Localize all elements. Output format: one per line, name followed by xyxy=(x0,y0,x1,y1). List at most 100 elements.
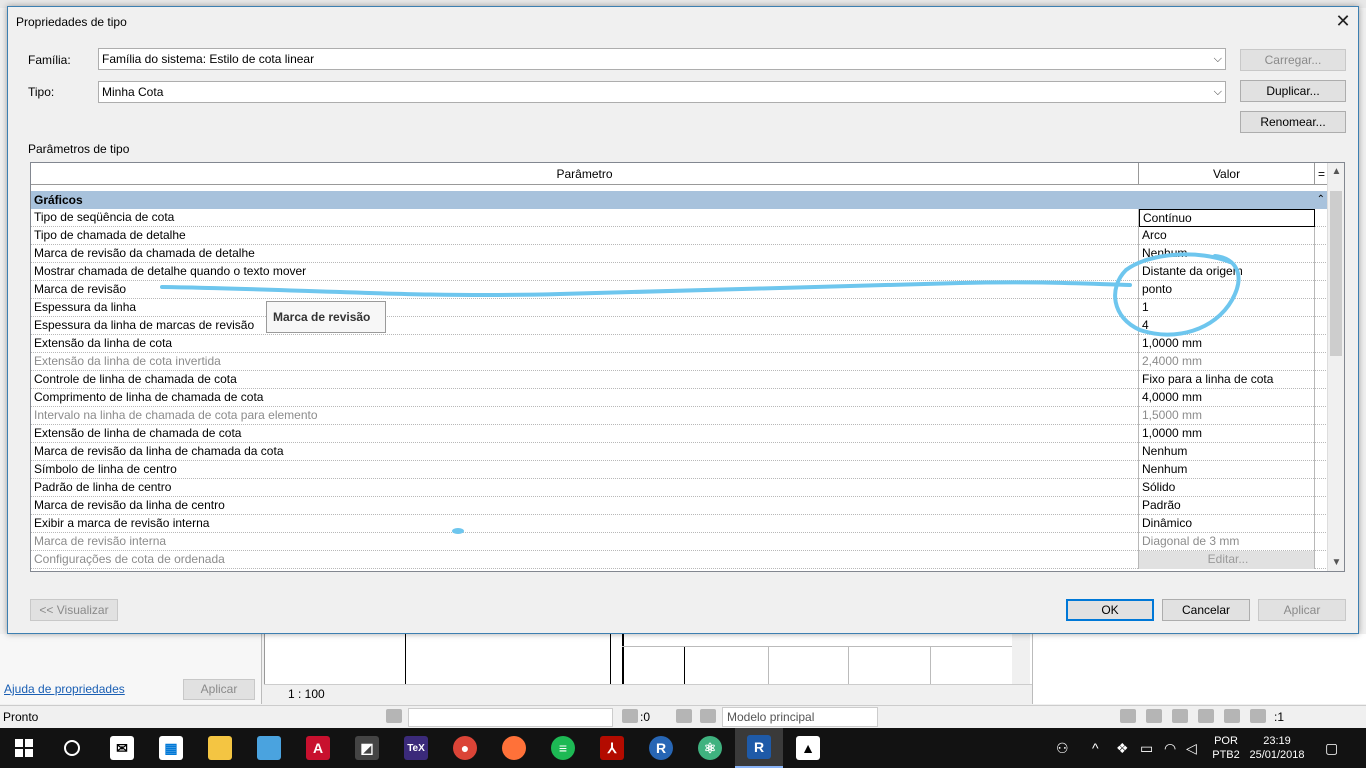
load-button[interactable]: Carregar... xyxy=(1240,49,1346,71)
design-option-select[interactable]: Modelo principal xyxy=(722,707,878,727)
table-row[interactable]: Extensão da linha de cota 1,0000 mm xyxy=(31,335,1328,353)
select-links-icon[interactable] xyxy=(1120,709,1136,723)
group-header-graphics[interactable]: Gráficos ⌃ xyxy=(31,191,1328,209)
apply-button[interactable]: Aplicar xyxy=(1258,599,1346,621)
chevron-up-icon[interactable]: ^ xyxy=(1092,740,1099,756)
taskbar-photos[interactable]: ▲ xyxy=(784,728,832,768)
people-icon[interactable]: ⚇ xyxy=(1056,740,1069,757)
param-value[interactable]: Nenhum xyxy=(1139,461,1315,479)
cancel-button[interactable]: Cancelar xyxy=(1162,599,1250,621)
table-row[interactable]: Marca de revisão ponto xyxy=(31,281,1328,299)
family-select[interactable]: Família do sistema: Estilo de cota linea… xyxy=(98,48,1226,70)
table-row[interactable]: Padrão de linha de centro Sólido xyxy=(31,479,1328,497)
table-row[interactable]: Tipo de chamada de detalhe Arco xyxy=(31,227,1328,245)
properties-apply-button[interactable]: Aplicar xyxy=(183,679,255,700)
table-row[interactable]: Tipo de seqüência de cota Contínuo xyxy=(31,209,1328,227)
param-value[interactable]: 4 xyxy=(1139,317,1315,335)
taskbar-mail[interactable]: ✉ xyxy=(98,728,146,768)
collapse-icon[interactable]: ⌃ xyxy=(1317,191,1325,209)
taskbar-sketchup[interactable]: ◩ xyxy=(343,728,391,768)
param-value[interactable]: 2,4000 mm xyxy=(1139,353,1315,371)
taskbar-spotify[interactable]: ≡ xyxy=(539,728,587,768)
table-row[interactable]: Espessura da linha 1 xyxy=(31,299,1328,317)
battery-icon[interactable]: ▭ xyxy=(1140,740,1153,757)
table-row[interactable]: Marca de revisão interna Diagonal de 3 mm xyxy=(31,533,1328,551)
active-option-icon[interactable] xyxy=(700,709,716,723)
select-pinned-icon[interactable] xyxy=(1172,709,1188,723)
start-button[interactable] xyxy=(0,728,48,768)
rename-button[interactable]: Renomear... xyxy=(1240,111,1346,133)
param-value[interactable]: ponto xyxy=(1139,281,1315,299)
param-value[interactable]: 4,0000 mm xyxy=(1139,389,1315,407)
drag-elements-icon[interactable] xyxy=(1224,709,1240,723)
filter-count[interactable]: :1 xyxy=(1274,710,1284,724)
param-value[interactable]: Arco xyxy=(1139,227,1315,245)
param-value[interactable]: Diagonal de 3 mm xyxy=(1139,533,1315,551)
duplicate-button[interactable]: Duplicar... xyxy=(1240,80,1346,102)
notifications-icon[interactable]: ▢ xyxy=(1325,740,1338,757)
taskbar-tex[interactable]: TeX xyxy=(392,728,440,768)
table-row[interactable]: Marca de revisão da chamada de detalhe Ne… xyxy=(31,245,1328,263)
taskbar-revit[interactable]: R xyxy=(735,728,783,768)
editable-only-icon[interactable] xyxy=(622,709,638,723)
language-indicator[interactable]: POR PTB2 xyxy=(1208,728,1244,768)
column-header-value[interactable]: Valor xyxy=(1139,163,1315,185)
taskbar-explorer[interactable] xyxy=(196,728,244,768)
table-row[interactable]: Símbolo de linha de centro Nenhum xyxy=(31,461,1328,479)
scroll-thumb[interactable] xyxy=(1330,191,1342,356)
ok-button[interactable]: OK xyxy=(1066,599,1154,621)
column-header-parameter[interactable]: Parâmetro xyxy=(31,163,1139,185)
taskbar-acrobat[interactable]: ⅄ xyxy=(588,728,636,768)
table-row[interactable]: Configurações de cota de ordenada Editar.… xyxy=(31,551,1328,569)
design-options-icon[interactable] xyxy=(676,709,692,723)
canvas-vertical-scrollbar[interactable] xyxy=(1012,634,1030,684)
type-select[interactable]: Minha Cota ⌵ xyxy=(98,81,1226,103)
taskbar-store[interactable]: ▦ xyxy=(147,728,195,768)
wifi-icon[interactable]: ◠ xyxy=(1164,740,1176,757)
background-processes-icon[interactable] xyxy=(1250,709,1266,723)
param-value[interactable]: Padrão xyxy=(1139,497,1315,515)
taskbar-atom[interactable]: ⚛ xyxy=(686,728,734,768)
close-icon[interactable]: ✕ xyxy=(1332,11,1354,33)
table-row[interactable]: Extensão da linha de cota invertida 2,400… xyxy=(31,353,1328,371)
worksets-icon[interactable] xyxy=(386,709,402,723)
param-value[interactable]: 1,0000 mm xyxy=(1139,425,1315,443)
param-value[interactable]: Contínuo xyxy=(1139,209,1315,227)
clock[interactable]: 23:19 25/01/2018 xyxy=(1246,728,1308,768)
param-value[interactable]: Fixo para a linha de cota xyxy=(1139,371,1315,389)
param-value[interactable]: 1,5000 mm xyxy=(1139,407,1315,425)
param-value[interactable]: 1 xyxy=(1139,299,1315,317)
search-button[interactable] xyxy=(48,728,96,768)
select-underlay-icon[interactable] xyxy=(1146,709,1162,723)
param-value[interactable]: Distante da origem xyxy=(1139,263,1315,281)
workset-input[interactable] xyxy=(408,708,613,727)
param-value[interactable]: Nenhum xyxy=(1139,443,1315,461)
select-by-face-icon[interactable] xyxy=(1198,709,1214,723)
param-value[interactable]: 1,0000 mm xyxy=(1139,335,1315,353)
table-row[interactable]: Intervalo na linha de chamada de cota pa… xyxy=(31,407,1328,425)
table-row[interactable]: Marca de revisão da linha de centro Padrã… xyxy=(31,497,1328,515)
taskbar-firefox[interactable] xyxy=(490,728,538,768)
edit-ordinate-button[interactable]: Editar... xyxy=(1139,551,1315,569)
properties-help-link[interactable]: Ajuda de propriedades xyxy=(4,682,125,696)
param-value[interactable]: Dinâmico xyxy=(1139,515,1315,533)
table-row[interactable]: Espessura da linha de marcas de revisão 4 xyxy=(31,317,1328,335)
taskbar-autocad[interactable]: A xyxy=(294,728,342,768)
table-row[interactable]: Comprimento de linha de chamada de cota 4… xyxy=(31,389,1328,407)
view-scale[interactable]: 1 : 100 xyxy=(288,687,325,701)
table-row[interactable]: Mostrar chamada de detalhe quando o text… xyxy=(31,263,1328,281)
volume-icon[interactable]: ◁ xyxy=(1186,740,1197,757)
param-value[interactable]: Nenhum xyxy=(1139,245,1315,263)
taskbar-app-laptop[interactable] xyxy=(245,728,293,768)
taskbar-r[interactable]: R xyxy=(637,728,685,768)
param-value[interactable]: Sólido xyxy=(1139,479,1315,497)
table-row[interactable]: Exibir a marca de revisão interna Dinâmic… xyxy=(31,515,1328,533)
grid-vertical-scrollbar[interactable]: ▲ ▼ xyxy=(1327,163,1344,571)
dropbox-icon[interactable]: ❖ xyxy=(1116,740,1129,757)
table-row[interactable]: Controle de linha de chamada de cota Fixo… xyxy=(31,371,1328,389)
scroll-up-icon[interactable]: ▲ xyxy=(1328,163,1344,180)
taskbar-chrome[interactable]: ● xyxy=(441,728,489,768)
table-row[interactable]: Extensão de linha de chamada de cota 1,00… xyxy=(31,425,1328,443)
table-row[interactable]: Marca de revisão da linha de chamada da … xyxy=(31,443,1328,461)
preview-button[interactable]: << Visualizar xyxy=(30,599,118,621)
